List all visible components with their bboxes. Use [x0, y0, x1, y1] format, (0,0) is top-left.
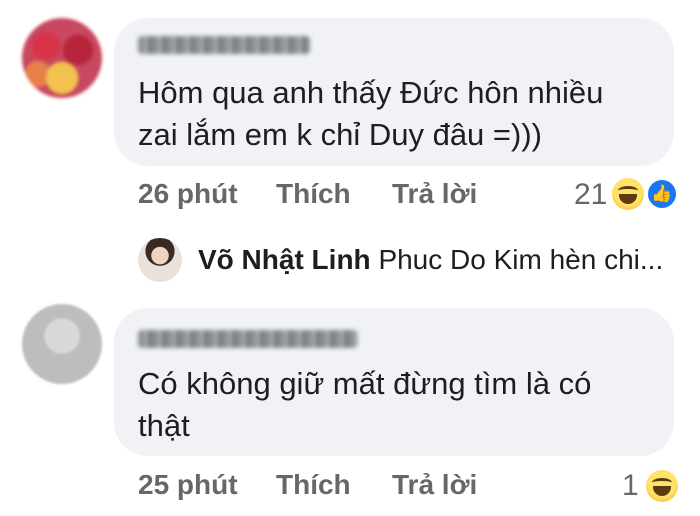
- haha-icon[interactable]: [612, 178, 644, 210]
- reaction-count[interactable]: 21: [574, 178, 607, 212]
- comment-time[interactable]: 25 phút: [138, 469, 238, 501]
- like-link[interactable]: Thích: [276, 178, 351, 210]
- like-icon[interactable]: 👍: [646, 178, 678, 210]
- reply-link[interactable]: Trả lời: [392, 469, 477, 501]
- reply-author-name[interactable]: Võ Nhật Linh: [198, 244, 371, 275]
- reaction-count[interactable]: 1: [622, 469, 639, 503]
- reply-avatar[interactable]: [138, 238, 182, 282]
- reply-text: Phuc Do Kim hèn chi...: [378, 244, 664, 275]
- haha-icon[interactable]: [646, 470, 678, 502]
- commenter-name-blurred[interactable]: [138, 330, 358, 348]
- reply-link[interactable]: Trả lời: [392, 178, 477, 210]
- commenter-avatar[interactable]: [22, 18, 102, 98]
- comment-time[interactable]: 26 phút: [138, 178, 238, 210]
- reply-line[interactable]: Võ Nhật Linh Phuc Do Kim hèn chi...: [198, 244, 663, 276]
- comment-text: Hôm qua anh thấy Đức hôn nhiều zai lắm e…: [138, 75, 604, 152]
- like-link[interactable]: Thích: [276, 469, 351, 501]
- commenter-avatar[interactable]: [22, 304, 102, 384]
- commenter-name-blurred[interactable]: [138, 36, 310, 54]
- comment-text: Có không giữ mất đừng tìm là có thật: [138, 366, 592, 443]
